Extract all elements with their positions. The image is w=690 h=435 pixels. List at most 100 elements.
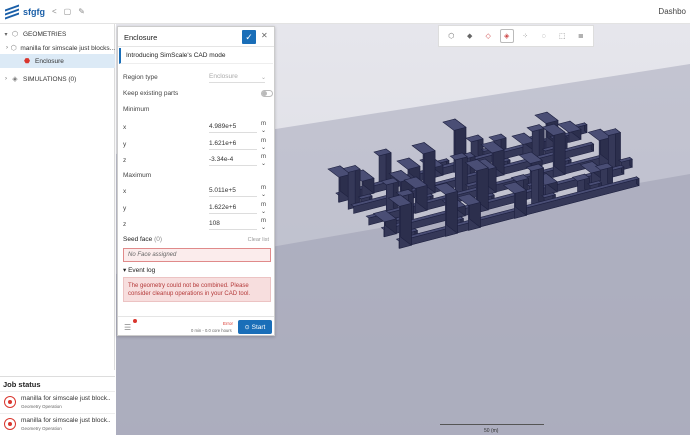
clear-list-link[interactable]: Clear list <box>248 237 269 243</box>
min-z-label: z <box>123 156 127 164</box>
region-type-select[interactable]: Enclosure <box>209 71 265 83</box>
error-status-icon <box>4 418 16 430</box>
tree-simulations[interactable]: › ◈ SIMULATIONS (0) <box>0 72 115 86</box>
model-face <box>461 152 468 195</box>
max-z-unit[interactable]: m ⌄ <box>261 218 271 231</box>
max-z-input[interactable]: 108 <box>209 218 257 230</box>
error-status-icon <box>4 396 16 408</box>
tree-geometry-item[interactable]: › ⬡ manilla for simscale just blocks... <box>0 41 115 55</box>
error-message-box: The geometry could not be combined. Plea… <box>123 277 271 302</box>
chevron-down-icon[interactable]: ⌄ <box>261 74 266 81</box>
max-x-unit[interactable]: m ⌄ <box>261 185 271 198</box>
no-face-label: No Face assigned <box>128 252 177 258</box>
min-z-unit[interactable]: m ⌄ <box>261 154 271 167</box>
geometries-label: GEOMETRIES <box>23 30 67 38</box>
start-button[interactable]: ⊙ Start <box>238 320 272 334</box>
job-item[interactable]: manilla for simscale just block... Geome… <box>0 391 115 411</box>
min-x-row: x 4.989e+5 m ⌄ <box>123 120 271 134</box>
chevron-right-icon[interactable]: › <box>2 76 10 82</box>
geometry-icon: ⬡ <box>11 31 19 38</box>
panel-footer: ☰ Error 0 min - 0.0 core hours ⊙ Start <box>118 316 274 336</box>
min-y-unit[interactable]: m ⌄ <box>261 138 271 151</box>
error-dot-badge <box>133 319 137 323</box>
wireframe-view-icon[interactable]: ◇ <box>481 29 495 43</box>
dashboard-link[interactable]: Dashbo <box>658 7 686 16</box>
min-z-input[interactable]: -3.34e-4 <box>209 154 257 166</box>
enclosure-panel: Enclosure ✓ ✕ Introducing SimScale's CAD… <box>117 26 275 336</box>
max-y-input[interactable]: 1.622e+6 <box>209 202 257 214</box>
start-label: Start <box>251 323 266 331</box>
panel-title: Enclosure <box>124 33 158 42</box>
close-icon[interactable]: ✕ <box>261 31 268 40</box>
seed-face-row: Seed face (0) Clear list <box>123 236 271 248</box>
min-y-input[interactable]: 1.621e+6 <box>209 138 257 150</box>
job-status-panel: Job status manilla for simscale just blo… <box>0 376 115 435</box>
project-tree: ▾ ⬡ GEOMETRIES › ⬡ manilla for simscale … <box>0 24 115 370</box>
max-x-input[interactable]: 5.011e+5 <box>209 185 257 197</box>
min-y-row: y 1.621e+6 m ⌄ <box>123 137 271 151</box>
share-icon[interactable]: < <box>52 7 57 16</box>
seed-face-count: (0) <box>154 236 163 243</box>
event-log-toggle[interactable]: ▾ Event log <box>123 266 155 274</box>
event-log-label: Event log <box>128 267 156 274</box>
job-item[interactable]: manilla for simscale just block... Geome… <box>0 413 115 433</box>
simulation-icon: ◈ <box>12 76 18 83</box>
job-type: Geometry Operation <box>21 426 62 431</box>
seed-face-label: Seed face <box>123 236 153 243</box>
rotate-icon[interactable]: ◌ <box>537 29 551 43</box>
region-type-label: Region type <box>123 73 158 81</box>
file-icon: ⬡ <box>10 45 17 52</box>
node-mode-icon[interactable]: ⁘ <box>518 29 532 43</box>
enclosure-item-label: Enclosure <box>35 57 64 65</box>
view-toolbar: ⬡ ◆ ◇ ◈ ⁘ ◌ ⬚ ≣ <box>438 25 594 47</box>
status-label: Error <box>223 321 233 326</box>
keep-parts-toggle[interactable] <box>261 89 273 97</box>
chevron-down-icon[interactable]: ▾ <box>2 31 10 38</box>
simscale-logo-icon[interactable] <box>5 3 19 20</box>
error-message: The geometry could not be combined. Plea… <box>128 283 251 297</box>
min-x-unit[interactable]: m ⌄ <box>261 121 271 134</box>
max-x-row: x 5.011e+5 m ⌄ <box>123 184 271 198</box>
layers-icon[interactable]: ≣ <box>574 29 588 43</box>
seed-face-list[interactable]: No Face assigned <box>123 248 271 262</box>
min-x-input[interactable]: 4.989e+5 <box>209 121 257 133</box>
tree-geometries[interactable]: ▾ ⬡ GEOMETRIES <box>0 27 115 41</box>
job-name: manilla for simscale just block... <box>21 395 111 402</box>
project-title[interactable]: sfgfg <box>23 7 45 17</box>
min-z-row: z -3.34e-4 m ⌄ <box>123 153 271 167</box>
box-select-icon[interactable]: ⬚ <box>555 29 569 43</box>
model-face <box>354 164 361 207</box>
chevron-down-icon: ▾ <box>123 267 127 274</box>
geometry-item-label: manilla for simscale just blocks... <box>20 44 115 52</box>
window-icon[interactable]: ▢ <box>64 7 72 16</box>
view-cube-icon[interactable]: ⬡ <box>444 29 458 43</box>
max-y-unit[interactable]: m ⌄ <box>261 202 271 215</box>
max-y-label: y <box>123 204 127 212</box>
top-bar: sfgfg < ▢ ✎ Dashbo <box>0 0 690 24</box>
menu-icon[interactable]: ☰ <box>124 323 131 332</box>
job-type: Geometry Operation <box>21 404 62 409</box>
scale-label: 50 (m) <box>484 428 499 434</box>
max-z-row: z 108 m ⌄ <box>123 217 271 231</box>
keep-parts-label: Keep existing parts <box>123 89 179 97</box>
selection-mode-icon[interactable]: ◈ <box>499 29 514 43</box>
job-status-title: Job status <box>3 380 41 389</box>
model-face <box>615 128 621 171</box>
confirm-button[interactable]: ✓ <box>242 30 256 44</box>
play-icon: ⊙ <box>244 324 250 331</box>
simulations-label: SIMULATIONS (0) <box>23 75 77 83</box>
cad-mode-banner[interactable]: Introducing SimScale's CAD mode <box>119 48 273 64</box>
model-face <box>538 163 544 206</box>
enclosure-error-icon: ⬣ <box>23 58 31 65</box>
check-icon: ✓ <box>245 31 253 42</box>
edit-icon[interactable]: ✎ <box>78 7 85 16</box>
max-x-label: x <box>123 187 127 195</box>
region-type-row: Region type Enclosure ⌄ <box>123 70 271 84</box>
minimum-heading: Minimum <box>123 106 150 113</box>
time-label: 0 min - 0.0 core hours <box>191 328 232 333</box>
max-z-label: z <box>123 220 127 228</box>
tree-enclosure-item[interactable]: ⬣ Enclosure <box>0 54 115 68</box>
solid-view-icon[interactable]: ◆ <box>463 29 477 43</box>
keep-parts-row: Keep existing parts <box>123 86 273 100</box>
maximum-heading: Maximum <box>123 172 152 179</box>
